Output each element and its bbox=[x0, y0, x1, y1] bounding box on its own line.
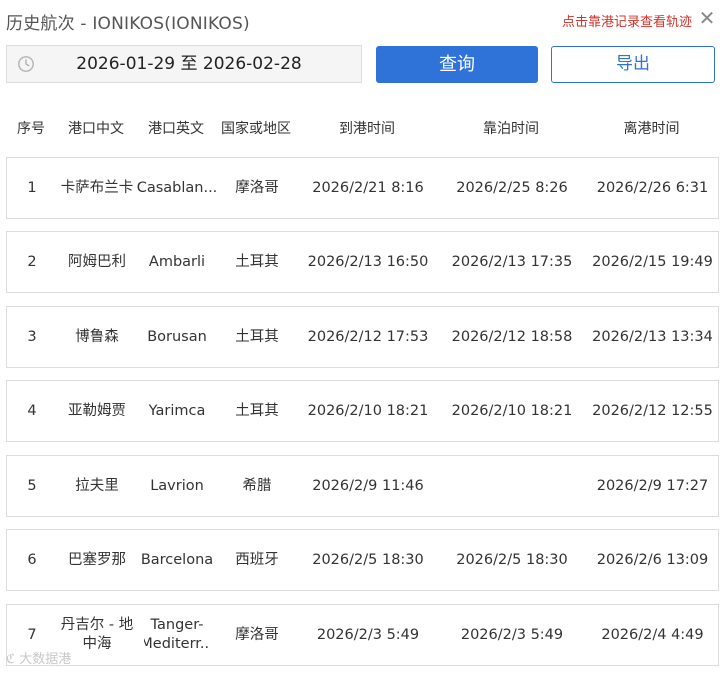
title-bar: 历史航次 - IONIKOS(IONIKOS) 点击靠港记录查看轨迹 ✕ bbox=[0, 0, 726, 40]
row-berth: 2026/2/3 5:49 bbox=[460, 626, 564, 643]
row-country: 摩洛哥 bbox=[235, 179, 279, 196]
row-port-cn: 拉夫里 bbox=[75, 477, 119, 494]
column-header-port-cn: 港口中文 bbox=[68, 121, 124, 137]
row-port-en: Yarimca bbox=[148, 402, 206, 419]
row-arrival: 2026/2/3 5:49 bbox=[316, 626, 420, 643]
watermark-text: 大数据港 bbox=[19, 652, 72, 667]
row-arrival: 2026/2/5 18:30 bbox=[312, 551, 424, 568]
table-row[interactable]: 7 丹吉尔 - 地中海 Tanger-Mediterr... 摩洛哥 2026/… bbox=[6, 604, 719, 666]
page-title: 历史航次 - IONIKOS(IONIKOS) bbox=[6, 14, 250, 34]
row-berth: 2026/2/25 8:26 bbox=[456, 179, 568, 196]
row-arrival: 2026/2/12 17:53 bbox=[307, 328, 429, 345]
row-country: 摩洛哥 bbox=[235, 626, 279, 643]
column-header-berth: 靠泊时间 bbox=[483, 121, 539, 137]
row-port-cn: 巴塞罗那 bbox=[68, 551, 126, 568]
row-berth bbox=[439, 456, 585, 516]
row-port-en: Tanger-Mediterr... bbox=[144, 617, 210, 652]
row-port-cn: 博鲁森 bbox=[75, 328, 119, 345]
row-port-cn: 亚勒姆贾 bbox=[68, 402, 126, 419]
row-berth: 2026/2/10 18:21 bbox=[451, 402, 573, 419]
row-port-en: Barcelona bbox=[140, 551, 214, 568]
row-port-cn: 卡萨布兰卡 bbox=[60, 179, 134, 196]
table-row[interactable]: 5 拉夫里 Lavrion 希腊 2026/2/9 11:46 2026/2/9… bbox=[6, 455, 719, 517]
row-no: 6 bbox=[27, 551, 37, 568]
clock-icon bbox=[18, 56, 34, 72]
row-port-en: Lavrion bbox=[150, 477, 204, 494]
row-berth: 2026/2/12 18:58 bbox=[451, 328, 573, 345]
track-hint: 点击靠港记录查看轨迹 bbox=[561, 15, 692, 30]
table-row[interactable]: 6 巴塞罗那 Barcelona 西班牙 2026/2/5 18:30 2026… bbox=[6, 529, 719, 591]
column-header-arrival: 到港时间 bbox=[339, 121, 395, 137]
row-port-en: Borusan bbox=[147, 328, 207, 345]
column-header-country: 国家或地区 bbox=[221, 121, 291, 137]
table-row[interactable]: 1 卡萨布兰卡 Casablan... 摩洛哥 2026/2/21 8:16 2… bbox=[6, 157, 719, 219]
table-row[interactable]: 2 阿姆巴利 Ambarli 土耳其 2026/2/13 16:50 2026/… bbox=[6, 231, 719, 293]
date-range-value[interactable]: 2026-01-29 至 2026-02-28 bbox=[47, 46, 361, 82]
row-departure: 2026/2/6 13:09 bbox=[596, 551, 709, 568]
row-departure: 2026/2/9 17:27 bbox=[596, 477, 709, 494]
column-header-departure: 离港时间 bbox=[623, 121, 680, 137]
row-no: 1 bbox=[27, 179, 37, 196]
row-port-en: Casablan... bbox=[137, 179, 217, 196]
row-departure: 2026/2/13 13:34 bbox=[592, 328, 713, 345]
column-header-no: 序号 bbox=[17, 121, 45, 137]
row-departure: 2026/2/4 4:49 bbox=[601, 626, 704, 643]
row-arrival: 2026/2/10 18:21 bbox=[307, 402, 429, 419]
table-header: 序号 港口中文 港口英文 国家或地区 到港时间 靠泊时间 离港时间 bbox=[6, 114, 719, 142]
row-no: 4 bbox=[27, 402, 37, 419]
row-port-en: Ambarli bbox=[148, 253, 206, 270]
row-departure: 2026/2/26 6:31 bbox=[596, 179, 709, 196]
row-country: 土耳其 bbox=[235, 253, 279, 270]
row-berth: 2026/2/13 17:35 bbox=[451, 253, 573, 270]
watermark-icon: ℭ bbox=[6, 652, 16, 667]
row-arrival: 2026/2/21 8:16 bbox=[312, 179, 424, 196]
row-no: 3 bbox=[27, 328, 37, 345]
table-row[interactable]: 4 亚勒姆贾 Yarimca 土耳其 2026/2/10 18:21 2026/… bbox=[6, 380, 719, 442]
row-arrival: 2026/2/9 11:46 bbox=[312, 477, 424, 494]
query-button[interactable]: 查询 bbox=[376, 46, 538, 83]
row-departure: 2026/2/12 12:55 bbox=[592, 402, 713, 419]
row-country: 土耳其 bbox=[235, 402, 279, 419]
table-row[interactable]: 3 博鲁森 Borusan 土耳其 2026/2/12 17:53 2026/2… bbox=[6, 306, 719, 368]
watermark-logo: ℭ 大数据港 bbox=[6, 648, 71, 667]
date-range-picker[interactable]: 2026-01-29 至 2026-02-28 bbox=[6, 45, 362, 83]
row-country: 西班牙 bbox=[235, 551, 279, 568]
export-button[interactable]: 导出 bbox=[551, 46, 715, 83]
row-no: 2 bbox=[27, 253, 37, 270]
row-departure: 2026/2/15 19:49 bbox=[592, 253, 713, 270]
row-country: 土耳其 bbox=[235, 328, 279, 345]
row-port-cn: 阿姆巴利 bbox=[68, 253, 126, 270]
row-berth: 2026/2/5 18:30 bbox=[456, 551, 568, 568]
close-icon[interactable]: ✕ bbox=[696, 6, 718, 30]
row-no: 5 bbox=[27, 477, 37, 494]
row-country: 希腊 bbox=[242, 477, 272, 494]
column-header-port-en: 港口英文 bbox=[148, 121, 204, 137]
row-arrival: 2026/2/13 16:50 bbox=[307, 253, 429, 270]
